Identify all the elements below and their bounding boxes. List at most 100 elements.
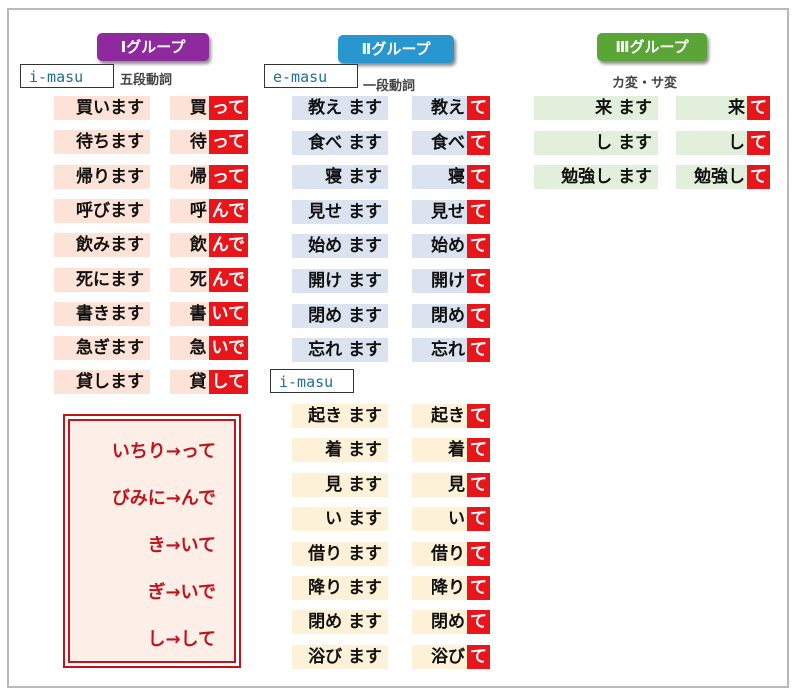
te-form-suffix: って: [208, 164, 248, 189]
te-form-stem: 浴び: [431, 646, 465, 667]
te-form-stem: 待: [189, 132, 207, 153]
group1-te-form: 急いで: [170, 336, 248, 361]
te-form-suffix: て: [467, 507, 490, 532]
group1-masu-form: 買います: [54, 96, 150, 120]
te-form-suffix: て: [467, 269, 490, 293]
group2i-te-form: 着て: [412, 438, 490, 463]
te-form-stem: 降り: [431, 578, 465, 598]
group1-masu-form: 待ちます: [54, 130, 150, 155]
memo-line: き→いて: [147, 535, 216, 556]
group2-emasu-label: e-masu: [264, 64, 358, 88]
group2i-te-form: 浴びて: [412, 644, 490, 669]
te-form-suffix: して: [208, 370, 248, 395]
te-form-suffix: て: [467, 234, 490, 259]
group2i-te-form: 見て: [412, 472, 490, 497]
te-form-suffix: て: [467, 165, 490, 190]
group2e-te-form: 開けて: [412, 269, 490, 293]
group1-masu-form: 死にます: [54, 267, 150, 292]
te-form-rule-memo: いちり→って びみに→んで き→いて ぎ→いで し→して: [68, 419, 236, 663]
te-form-suffix: て: [747, 165, 770, 190]
te-form-suffix: て: [467, 338, 490, 363]
group2e-te-form: 忘れて: [412, 338, 490, 363]
te-form-stem: 教え: [431, 98, 465, 118]
te-form-stem: 起き: [431, 406, 465, 426]
te-form-suffix: て: [467, 404, 490, 428]
group2i-masu-form: 浴び ます: [292, 644, 388, 669]
te-form-suffix: いて: [208, 301, 248, 326]
group2e-masu-form: 開け ます: [292, 269, 388, 293]
group1-masu-form: 書きます: [54, 301, 150, 326]
group2i-te-form: 降りて: [412, 576, 490, 600]
te-form-suffix: て: [467, 576, 490, 600]
te-form-suffix: て: [467, 130, 490, 155]
group3-te-form: 勉強して: [676, 165, 770, 190]
group2e-te-form: 始めて: [412, 234, 490, 259]
group2i-te-form: いて: [412, 507, 490, 532]
te-form-suffix: て: [747, 96, 770, 120]
memo-line: ぎ→いで: [147, 582, 216, 603]
group2e-te-form: 見せて: [412, 199, 490, 224]
te-form-suffix: って: [208, 96, 248, 120]
te-form-stem: 寝: [448, 167, 465, 188]
group1-te-form: 書いて: [170, 301, 248, 326]
te-form-suffix: んで: [208, 198, 248, 223]
group2e-masu-form: 教え ます: [292, 96, 388, 120]
group3-masu-form: 勉強し ます: [534, 165, 658, 190]
group1-masu-form: 貸します: [54, 370, 150, 395]
te-form-stem: 着: [448, 440, 465, 461]
group2-subtitle: 一段動詞: [363, 79, 416, 94]
te-form-stem: 呼: [189, 200, 207, 221]
group2e-te-form: 寝て: [412, 165, 490, 190]
te-form-stem: 忘れ: [431, 340, 465, 361]
group2e-te-form: 教えて: [412, 96, 490, 120]
te-form-suffix: て: [467, 199, 490, 224]
group2e-masu-form: 始め ます: [292, 234, 388, 259]
group1-te-form: 貸して: [170, 370, 248, 395]
te-form-stem: 死: [189, 269, 207, 290]
group2i-masu-form: 着 ます: [292, 438, 388, 463]
group2i-masu-form: 見 ます: [292, 472, 388, 497]
te-form-suffix: て: [467, 644, 490, 669]
group2e-masu-form: 忘れ ます: [292, 338, 388, 363]
group1-masu-form: 帰ります: [54, 164, 150, 189]
group2e-te-form: 閉めて: [412, 303, 490, 328]
group2i-masu-form: 起き ます: [292, 404, 388, 428]
te-form-suffix: んで: [208, 233, 248, 258]
te-form-stem: 借り: [431, 543, 465, 564]
group1-masu-form: 急ぎます: [54, 336, 150, 361]
te-form-stem: 買: [189, 98, 207, 118]
group2e-masu-form: 寝 ます: [292, 165, 388, 190]
group1-subtitle: 五段動詞: [120, 73, 173, 88]
group1-imasu-label: i-masu: [20, 64, 114, 88]
te-form-suffix: て: [467, 541, 490, 566]
group2i-te-form: 起きて: [412, 404, 490, 428]
te-form-stem: 帰: [189, 166, 207, 187]
memo-line: いちり→って: [111, 441, 216, 462]
group2i-masu-form: 借り ます: [292, 541, 388, 566]
group2e-masu-form: 閉め ます: [292, 303, 388, 328]
memo-line: し→して: [147, 629, 216, 650]
group3-subtitle: カ変・サ変: [612, 76, 678, 91]
te-form-stem: 食べ: [431, 132, 465, 153]
te-form-suffix: て: [467, 610, 490, 635]
group3-te-form: 来て: [676, 96, 770, 120]
group2e-masu-form: 食べ ます: [292, 130, 388, 155]
te-form-stem: 閉め: [431, 612, 465, 633]
group2i-masu-form: い ます: [292, 507, 388, 532]
te-form-suffix: て: [467, 438, 490, 463]
te-form-suffix: て: [467, 303, 490, 328]
group3-masu-form: し ます: [534, 130, 658, 155]
group2-imasu-label: i-masu: [270, 369, 354, 393]
group1-te-form: 飲んで: [170, 233, 248, 258]
te-form-stem: 閉め: [431, 305, 465, 326]
te-form-suffix: て: [747, 130, 770, 155]
group3-masu-form: 来 ます: [534, 96, 658, 120]
te-form-stem: し: [728, 132, 745, 153]
group3-tag: Ⅲグループ: [597, 33, 707, 61]
group2e-masu-form: 見せ ます: [292, 199, 388, 224]
te-form-stem: 見: [448, 474, 465, 495]
te-form-stem: 急: [189, 338, 207, 359]
te-form-stem: い: [448, 509, 465, 530]
te-form-suffix: て: [467, 96, 490, 120]
te-form-stem: 飲: [189, 235, 207, 256]
